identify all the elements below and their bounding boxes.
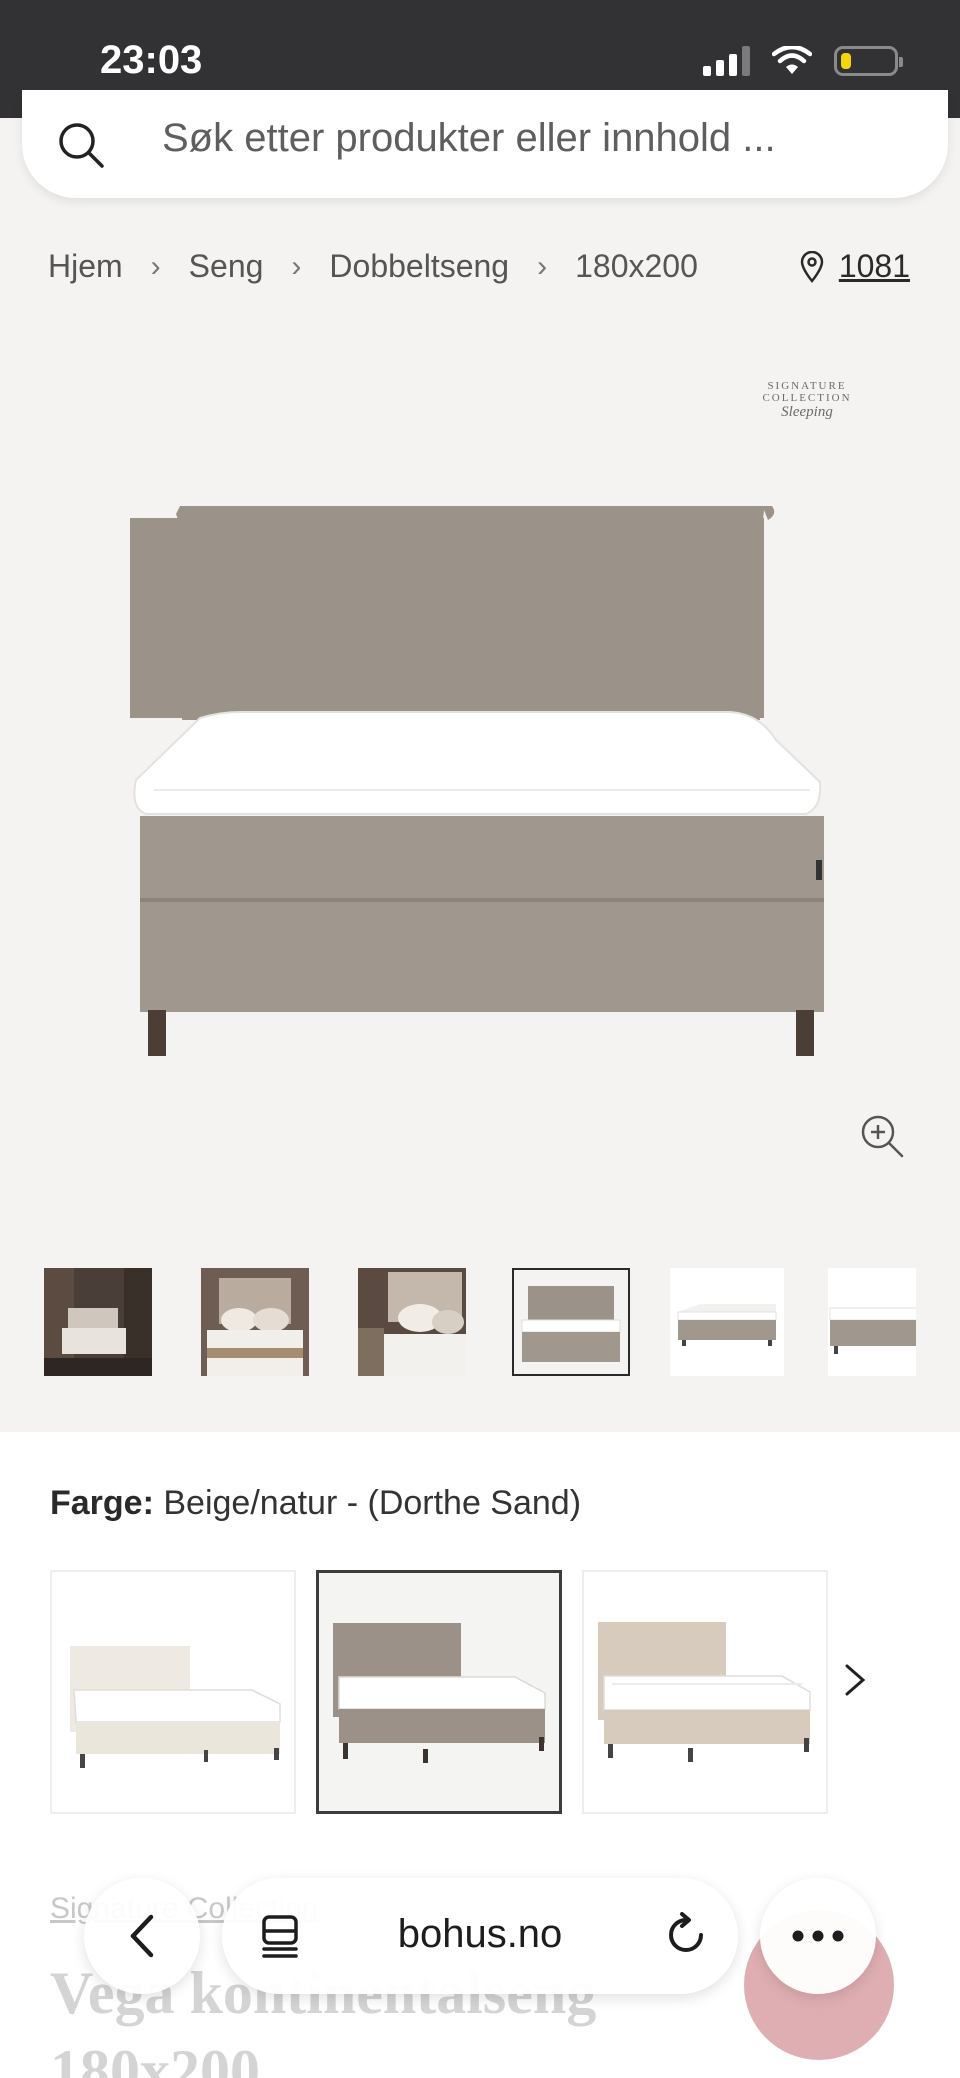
url-bar[interactable]: bohus.no	[222, 1878, 738, 1994]
wifi-icon	[772, 46, 812, 74]
color-value: Beige/natur - (Dorthe Sand)	[163, 1484, 582, 1522]
breadcrumb-dobbeltseng[interactable]: Dobbeltseng	[329, 248, 509, 285]
product-main-image[interactable]	[130, 490, 830, 1060]
url-text[interactable]: bohus.no	[222, 1912, 738, 1957]
color-variant-light-beige[interactable]	[582, 1570, 828, 1814]
breadcrumb-size[interactable]: 180x200	[575, 248, 698, 285]
breadcrumb-seng[interactable]: Seng	[189, 248, 264, 285]
back-button[interactable]	[84, 1878, 200, 1994]
thumbnail-bed-front-view[interactable]	[512, 1268, 630, 1376]
search-icon[interactable]	[54, 118, 110, 174]
more-options-button[interactable]	[760, 1878, 876, 1994]
color-selection: Farge: Beige/natur - (Dorthe Sand)	[50, 1484, 581, 1523]
thumbnail-lifestyle-bedroom-dark[interactable]	[44, 1268, 152, 1376]
search-input[interactable]	[162, 116, 922, 161]
signature-collection-logo: SIGNATURE COLLECTION Sleeping	[762, 380, 852, 420]
zoom-in-icon[interactable]	[858, 1112, 906, 1160]
chevron-right-icon: ›	[291, 249, 302, 283]
location-postcode[interactable]: 1081	[839, 248, 910, 285]
chevron-right-icon: ›	[150, 249, 161, 283]
breadcrumb: Hjem › Seng › Dobbeltseng › 180x200	[48, 248, 698, 285]
ellipsis-icon	[792, 1930, 844, 1942]
next-variant-button[interactable]	[830, 1650, 880, 1710]
thumbnail-lifestyle-bed-closeup[interactable]	[358, 1268, 466, 1376]
color-variant-beige-natur[interactable]	[316, 1570, 562, 1814]
chevron-right-icon	[845, 1664, 866, 1696]
status-icons	[703, 46, 903, 76]
location-pin-icon	[800, 250, 824, 283]
battery-icon	[834, 46, 903, 76]
status-time: 23:03	[100, 38, 203, 82]
chevron-left-icon	[130, 1914, 154, 1958]
reload-icon[interactable]	[664, 1912, 708, 1958]
store-location[interactable]: 1081	[799, 248, 910, 285]
search-bar[interactable]	[22, 90, 948, 198]
thumbnail-bed-base-side[interactable]	[828, 1268, 916, 1376]
thumbnail-bed-base-only[interactable]	[670, 1268, 784, 1376]
color-label: Farge:	[50, 1484, 154, 1522]
battery-level	[841, 53, 851, 69]
cellular-signal-icon	[703, 46, 750, 76]
breadcrumb-home[interactable]: Hjem	[48, 248, 123, 285]
chevron-right-icon: ›	[537, 249, 548, 283]
thumbnail-lifestyle-bed-pillows[interactable]	[201, 1268, 309, 1376]
color-variant-white[interactable]	[50, 1570, 296, 1814]
image-thumbnails	[44, 1262, 916, 1382]
